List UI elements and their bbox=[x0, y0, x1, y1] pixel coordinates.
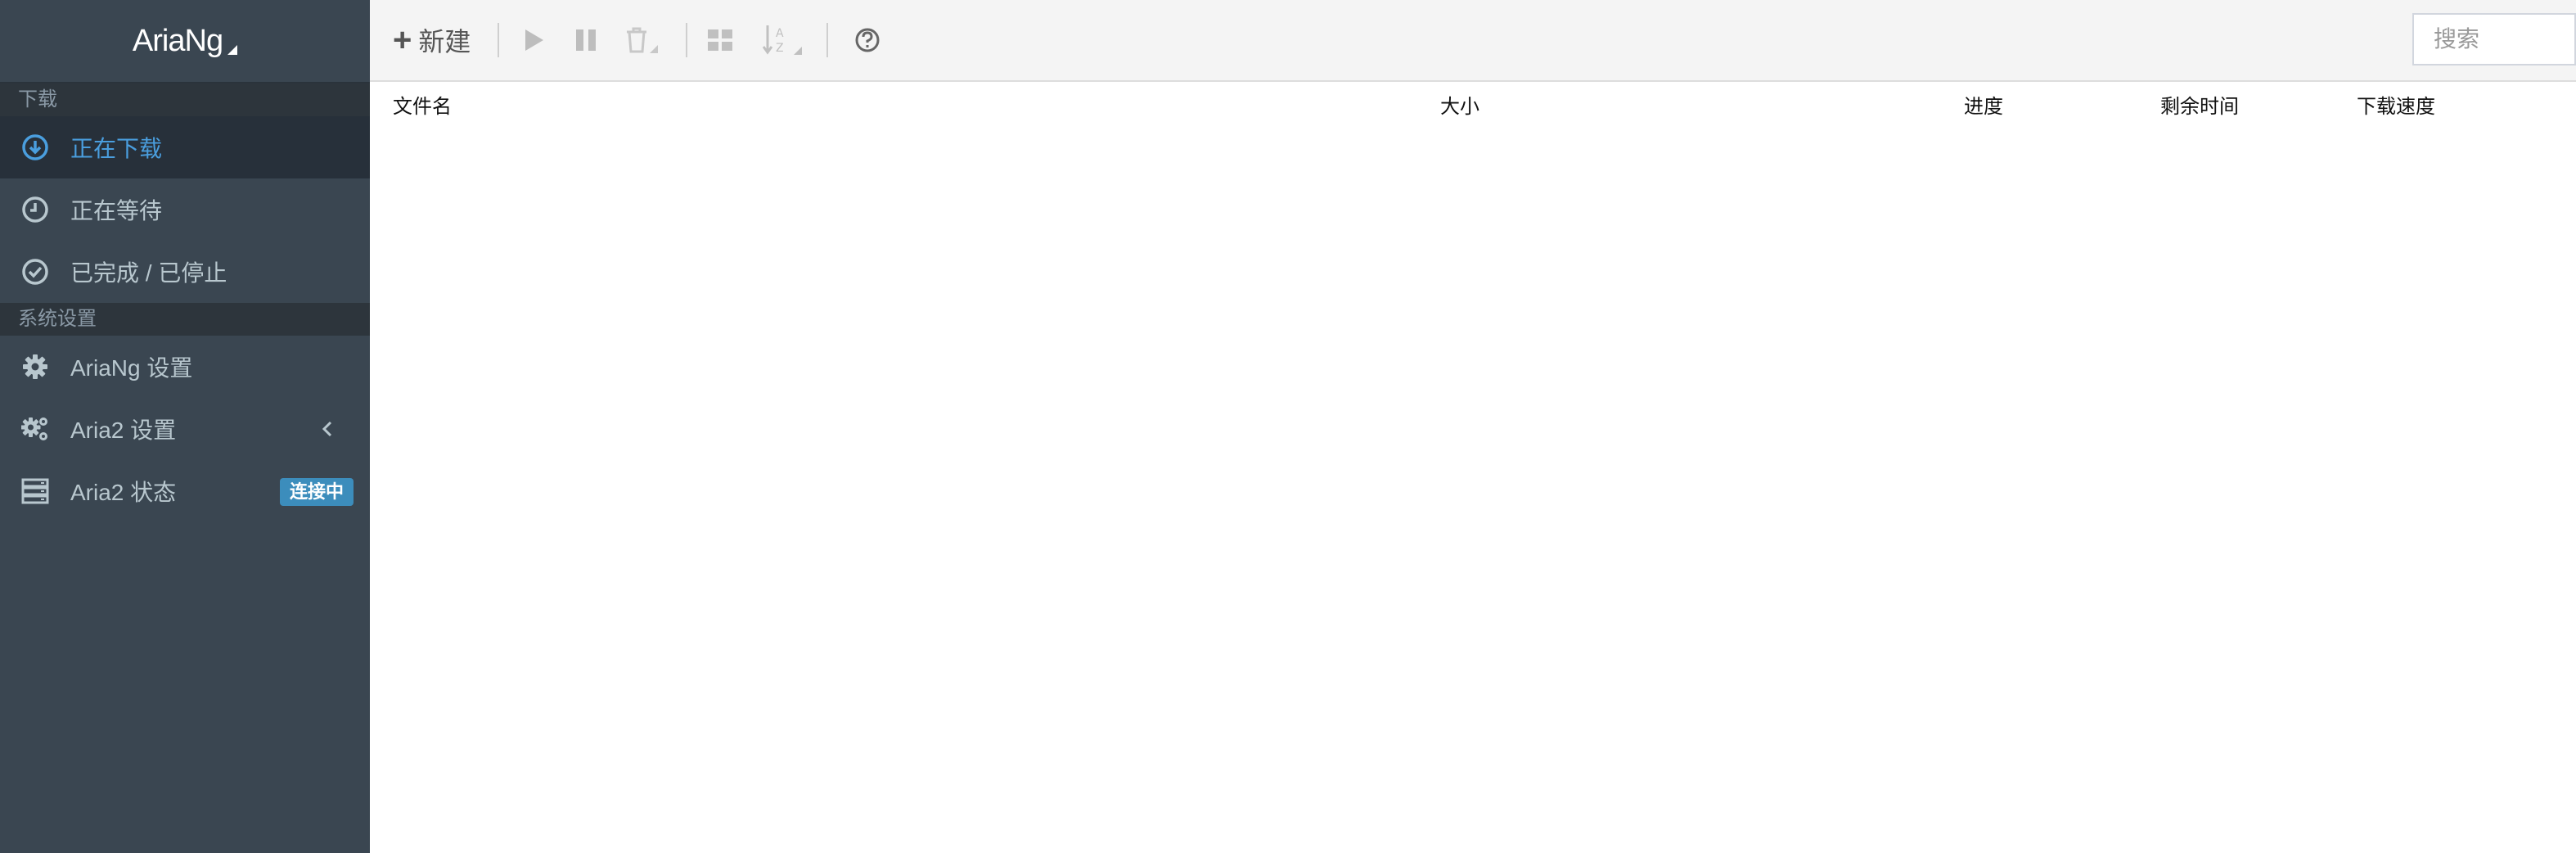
toolbar: + 新建 A Z 搜索 bbox=[370, 0, 2576, 82]
new-task-button[interactable]: + 新建 bbox=[393, 20, 471, 61]
chevron-left-icon[interactable] bbox=[316, 417, 339, 440]
sort-letter-z: Z bbox=[776, 42, 784, 55]
sort-alpha-icon: A Z bbox=[763, 25, 802, 55]
sidebar-item-label: Aria2 设置 bbox=[70, 417, 177, 443]
start-button[interactable] bbox=[519, 20, 548, 61]
brand-caret-icon bbox=[227, 45, 238, 55]
new-task-label: 新建 bbox=[418, 27, 471, 56]
display-mode-button[interactable] bbox=[705, 20, 735, 61]
sidebar-item-aria2-settings[interactable]: Aria2 设置 bbox=[0, 398, 370, 460]
delete-button[interactable] bbox=[622, 20, 660, 61]
check-circle-icon bbox=[21, 258, 49, 286]
gears-icon bbox=[21, 415, 49, 443]
sidebar-item-stopped[interactable]: 已完成 / 已停止 bbox=[0, 241, 370, 303]
toolbar-divider bbox=[826, 23, 828, 57]
sort-letter-a: A bbox=[776, 27, 784, 40]
sort-button[interactable]: A Z bbox=[763, 20, 805, 61]
sidebar-item-waiting[interactable]: 正在等待 bbox=[0, 178, 370, 241]
sidebar-item-downloading[interactable]: 正在下载 bbox=[0, 116, 370, 178]
task-table-header: 文件名 大小 进度 剩余时间 下载速度 bbox=[370, 82, 2576, 123]
toolbar-divider bbox=[498, 23, 499, 57]
download-circle-icon bbox=[21, 133, 49, 161]
question-circle-icon bbox=[855, 28, 880, 52]
column-header-size[interactable]: 大小 bbox=[1440, 90, 1479, 119]
sidebar: AriaNg 下载 正在下载 正在等待 已完成 / 已停止 系统设置 AriaN… bbox=[0, 0, 370, 853]
section-header-settings: 系统设置 bbox=[0, 303, 370, 336]
column-header-progress[interactable]: 进度 bbox=[1964, 90, 2003, 119]
pause-icon bbox=[576, 29, 596, 51]
help-button[interactable] bbox=[853, 20, 882, 61]
sidebar-item-label: 正在下载 bbox=[70, 136, 163, 161]
trash-icon bbox=[627, 27, 658, 53]
search-input[interactable]: 搜索 bbox=[2412, 13, 2576, 65]
column-header-remaining-time[interactable]: 剩余时间 bbox=[2160, 90, 2239, 119]
column-header-filename[interactable]: 文件名 bbox=[393, 90, 452, 119]
server-icon bbox=[21, 477, 49, 505]
toolbar-divider bbox=[686, 23, 687, 57]
plus-icon: + bbox=[393, 22, 412, 58]
grid-icon bbox=[708, 29, 732, 51]
sidebar-item-label: AriaNg 设置 bbox=[70, 355, 193, 381]
pause-button[interactable] bbox=[571, 20, 601, 61]
column-header-download-speed[interactable]: 下载速度 bbox=[2357, 90, 2435, 119]
sidebar-item-label: Aria2 状态 bbox=[70, 480, 177, 505]
sidebar-item-aria2-status[interactable]: Aria2 状态 连接中 bbox=[0, 460, 370, 522]
sidebar-item-label: 已完成 / 已停止 bbox=[70, 260, 227, 286]
brand-title: AriaNg bbox=[132, 23, 223, 58]
brand-logo[interactable]: AriaNg bbox=[0, 0, 370, 83]
section-header-downloads: 下载 bbox=[0, 83, 370, 116]
sidebar-item-ariang-settings[interactable]: AriaNg 设置 bbox=[0, 336, 370, 398]
clock-icon bbox=[21, 196, 49, 223]
status-badge: 连接中 bbox=[279, 478, 354, 506]
play-icon bbox=[525, 29, 543, 51]
sidebar-item-label: 正在等待 bbox=[70, 198, 163, 223]
gear-icon bbox=[21, 353, 49, 381]
